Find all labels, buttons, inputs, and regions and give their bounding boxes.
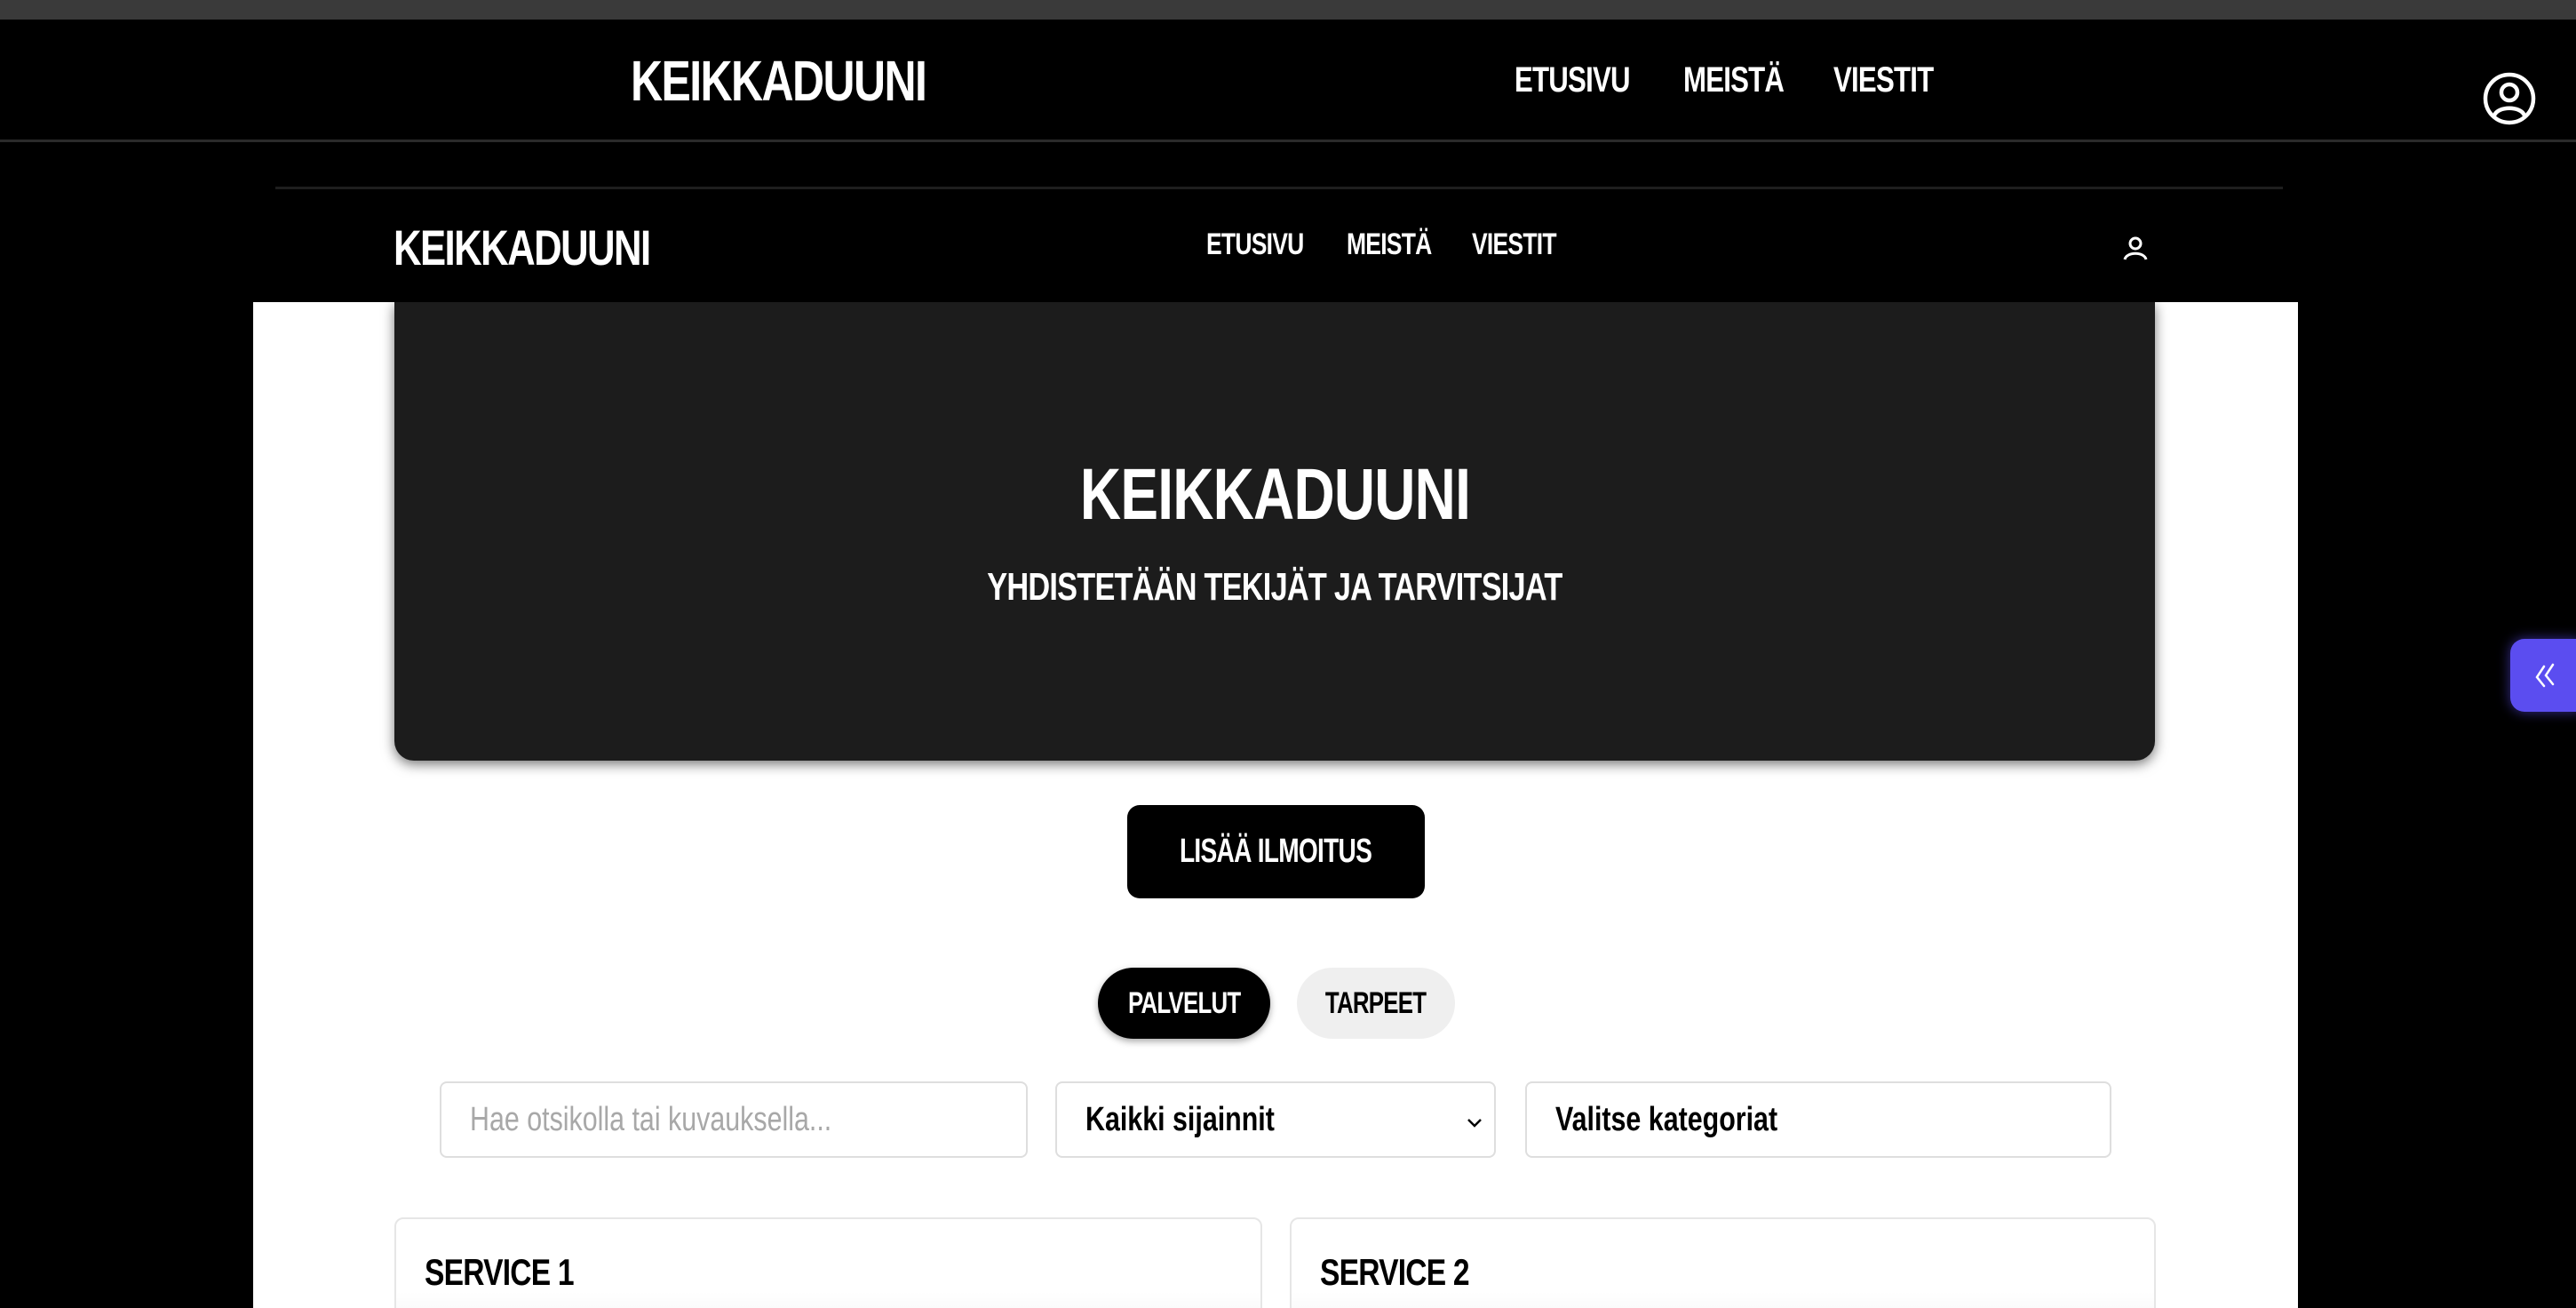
outer-logo[interactable]: KEIKKADUUNI xyxy=(631,48,927,114)
double-chevron-left-icon xyxy=(2535,663,2555,688)
search-placeholder: Hae otsikolla tai kuvauksella... xyxy=(470,1100,832,1138)
card-title: SERVICE 1 xyxy=(425,1251,575,1293)
frame-divider xyxy=(275,187,2283,189)
side-widget-button[interactable] xyxy=(2510,639,2576,712)
card-title: SERVICE 2 xyxy=(1320,1251,1470,1293)
location-select[interactable]: Kaikki sijainnit xyxy=(1055,1081,1496,1158)
tab-tarpeet[interactable]: TARPEET xyxy=(1297,968,1455,1039)
inner-nav-link-meista[interactable]: MEISTÄ xyxy=(1347,227,1432,262)
category-select[interactable]: Valitse kategoriat xyxy=(1525,1081,2111,1158)
inner-nav-link-viestit[interactable]: VIESTIT xyxy=(1472,227,1557,262)
inner-navbar: KEIKKADUUNI ETUSIVU MEISTÄ VIESTIT xyxy=(253,194,2298,302)
chevron-down-icon xyxy=(1467,1119,1482,1128)
outer-nav-link-viestit[interactable]: VIESTIT xyxy=(1833,60,1934,100)
search-input[interactable]: Hae otsikolla tai kuvauksella... xyxy=(440,1081,1028,1158)
browser-top-strip xyxy=(0,0,2576,20)
user-icon[interactable] xyxy=(2120,233,2151,263)
hero-title: KEIKKADUUNI xyxy=(1079,454,1470,535)
location-selected-value: Kaikki sijainnit xyxy=(1085,1100,1275,1138)
outer-nav-links: ETUSIVU MEISTÄ VIESTIT xyxy=(1515,60,1941,100)
outer-nav-link-meista[interactable]: MEISTÄ xyxy=(1683,60,1785,100)
add-listing-button[interactable]: LISÄÄ ILMOITUS xyxy=(1127,805,1425,898)
category-placeholder: Valitse kategoriat xyxy=(1555,1100,1778,1138)
hero-subtitle: YHDISTETÄÄN TEKIJÄT JA TARVITSIJAT xyxy=(987,565,1562,609)
inner-nav-links: ETUSIVU MEISTÄ VIESTIT xyxy=(1206,227,1560,262)
tab-palvelut[interactable]: PALVELUT xyxy=(1098,968,1270,1039)
hero-banner: KEIKKADUUNI YHDISTETÄÄN TEKIJÄT JA TARVI… xyxy=(394,302,2155,761)
inner-nav-link-etusivu[interactable]: ETUSIVU xyxy=(1206,227,1304,262)
user-circle-icon[interactable] xyxy=(2482,71,2537,126)
inner-logo[interactable]: KEIKKADUUNI xyxy=(394,219,651,276)
listing-card[interactable]: SERVICE 1 xyxy=(394,1217,1262,1308)
listing-card[interactable]: SERVICE 2 xyxy=(1290,1217,2156,1308)
embedded-page: KEIKKADUUNI ETUSIVU MEISTÄ VIESTIT KEIKK… xyxy=(253,194,2298,1308)
outer-navbar: KEIKKADUUNI ETUSIVU MEISTÄ VIESTIT xyxy=(0,20,2576,142)
outer-nav-link-etusivu[interactable]: ETUSIVU xyxy=(1515,60,1631,100)
